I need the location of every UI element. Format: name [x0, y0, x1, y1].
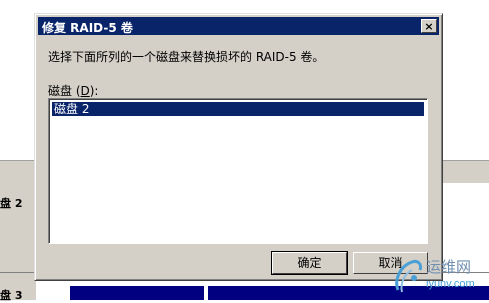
watermark-text: 运维网 — [426, 258, 472, 276]
disk-label-suffix: ): — [89, 84, 99, 98]
disk-label-hotkey: D — [80, 84, 90, 98]
disk-listbox[interactable]: 磁盘 2 — [48, 98, 428, 244]
watermark-url: iyunv.com — [426, 278, 475, 290]
ok-button[interactable]: 确定 — [271, 251, 348, 275]
title-bar[interactable]: 修复 RAID-5 卷 × — [38, 17, 439, 35]
disk-list-label: 磁盘 (D): — [48, 82, 98, 99]
volume-bar-1[interactable] — [70, 286, 204, 300]
close-icon: × — [424, 20, 434, 33]
disk-2-label[interactable]: 盘 2 — [0, 195, 22, 211]
list-item-disk-2[interactable]: 磁盘 2 — [52, 102, 424, 116]
watermark-logo-icon — [395, 260, 422, 293]
close-button[interactable]: × — [421, 19, 437, 33]
disk-3-label[interactable]: 盘 3 — [0, 287, 22, 303]
disk-label-prefix: 磁盘 ( — [48, 84, 81, 98]
instruction-text: 选择下面所列的一个磁盘来替换损坏的 RAID-5 卷。 — [48, 50, 325, 64]
watermark: 运维网 iyunv.com — [392, 252, 489, 300]
dialog-title: 修复 RAID-5 卷 — [42, 21, 133, 35]
repair-raid5-dialog: 修复 RAID-5 卷 × 选择下面所列的一个磁盘来替换损坏的 RAID-5 卷… — [34, 13, 443, 281]
